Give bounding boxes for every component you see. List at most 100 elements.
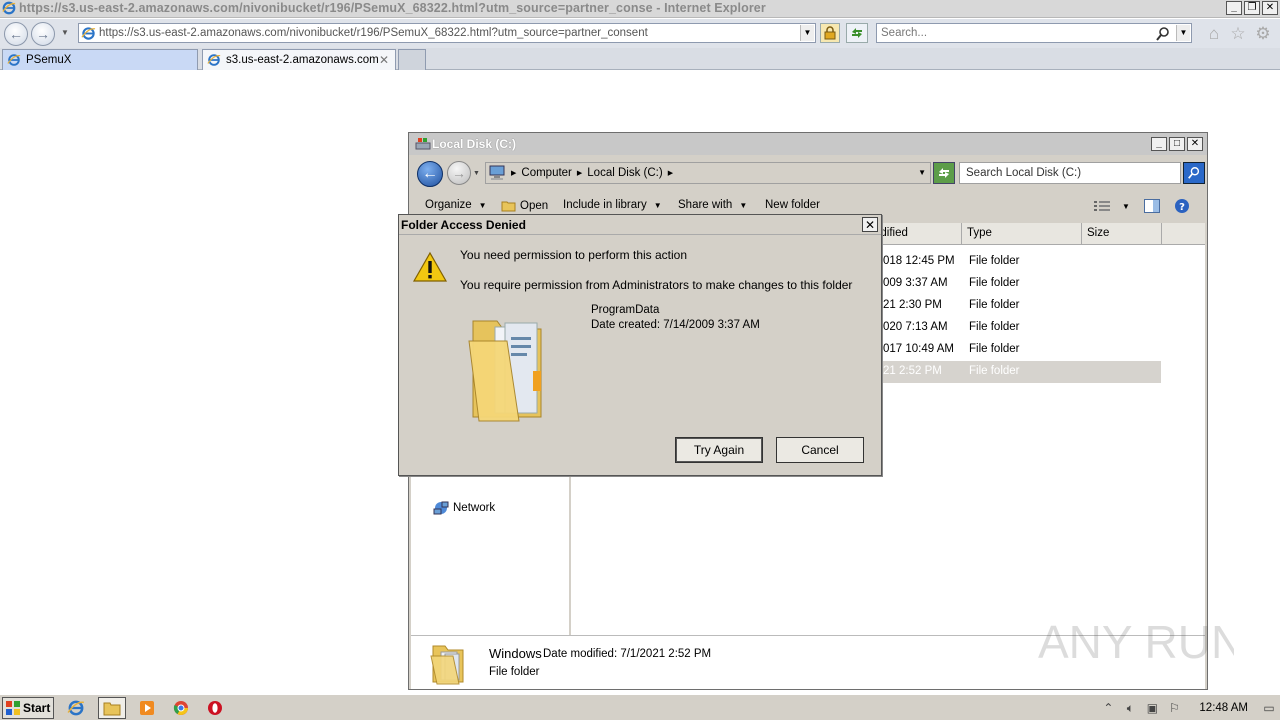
chevron-down-icon: ▼ bbox=[653, 200, 662, 210]
network-icon bbox=[433, 501, 449, 515]
favorites-star-icon[interactable]: ☆ bbox=[1228, 24, 1248, 44]
new-folder-label: New folder bbox=[765, 199, 820, 211]
security-lock-button[interactable] bbox=[820, 23, 840, 43]
explorer-maximize-button[interactable]: □ bbox=[1169, 137, 1185, 151]
refresh-icon bbox=[939, 168, 949, 178]
gear-icon[interactable]: ⚙ bbox=[1253, 24, 1273, 44]
start-label: Start bbox=[23, 701, 51, 715]
breadcrumb-separator-icon[interactable]: ▶ bbox=[511, 169, 516, 177]
taskbar-chrome-button[interactable] bbox=[168, 697, 194, 719]
ie-window-title: https://s3.us-east-2.amazonaws.com/nivon… bbox=[19, 1, 766, 15]
explorer-search-input[interactable]: Search Local Disk (C:) bbox=[959, 162, 1181, 184]
explorer-refresh-button[interactable] bbox=[933, 162, 955, 184]
column-type[interactable]: Type bbox=[961, 223, 1081, 245]
explorer-back-button[interactable]: ← bbox=[417, 161, 443, 187]
view-options-icon[interactable] bbox=[1093, 197, 1111, 215]
lock-icon bbox=[824, 26, 836, 40]
new-tab-button[interactable] bbox=[398, 49, 426, 70]
taskbar-ie-button[interactable] bbox=[62, 697, 90, 719]
explorer-nav-bar: ← → ▼ ▶ Computer ▶ Local Disk (C:) ▶ ▼ S… bbox=[411, 157, 1205, 187]
minimize-button[interactable]: _ bbox=[1226, 1, 1242, 15]
preview-pane-icon[interactable] bbox=[1143, 197, 1161, 215]
explorer-window-title: Local Disk (C:) bbox=[432, 137, 517, 151]
cancel-button[interactable]: Cancel bbox=[776, 437, 864, 463]
show-desktop-icon[interactable]: ▭ bbox=[1260, 699, 1278, 717]
open-button[interactable]: Open bbox=[501, 199, 548, 213]
show-hidden-icons-icon[interactable]: ⌃ bbox=[1099, 699, 1117, 717]
anyrun-watermark-logo: ANY RUN bbox=[1038, 616, 1234, 668]
column-date-modified[interactable]: odified bbox=[869, 223, 961, 245]
details-type: File folder bbox=[489, 666, 540, 678]
ie-search-placeholder: Search... bbox=[881, 27, 928, 39]
taskbar-opera-button[interactable] bbox=[202, 697, 228, 719]
search-dropdown-icon[interactable]: ▼ bbox=[1176, 25, 1190, 41]
breadcrumb-separator-icon[interactable]: ▶ bbox=[577, 169, 582, 177]
breadcrumb-local-disk[interactable]: Local Disk (C:) bbox=[587, 167, 662, 179]
network-status-icon[interactable]: ▣ bbox=[1143, 699, 1161, 717]
history-dropdown-icon[interactable]: ▼ bbox=[61, 28, 69, 37]
search-icon[interactable] bbox=[1155, 26, 1171, 42]
share-with-menu[interactable]: Share with ▼ bbox=[678, 199, 747, 211]
refresh-icon bbox=[852, 28, 862, 38]
arrow-left-icon: ← bbox=[422, 165, 438, 182]
view-dropdown-icon[interactable]: ▼ bbox=[1117, 197, 1135, 215]
column-size[interactable]: Size bbox=[1081, 223, 1161, 245]
include-in-library-menu[interactable]: Include in library ▼ bbox=[563, 199, 662, 211]
drive-icon bbox=[415, 138, 431, 150]
help-icon[interactable]: ? bbox=[1173, 197, 1191, 215]
ie-search-box[interactable]: Search... ▼ bbox=[876, 23, 1192, 43]
chevron-down-icon: ▼ bbox=[478, 200, 487, 210]
column-extra[interactable] bbox=[1161, 223, 1205, 245]
media-player-icon bbox=[140, 701, 154, 715]
address-bar[interactable]: https://s3.us-east-2.amazonaws.com/nivon… bbox=[78, 23, 816, 43]
recent-pages-dropdown-icon[interactable]: ▼ bbox=[473, 170, 480, 177]
close-button[interactable]: ✕ bbox=[1262, 1, 1278, 15]
address-url[interactable]: https://s3.us-east-2.amazonaws.com/nivon… bbox=[99, 27, 648, 39]
folder-icon bbox=[430, 645, 464, 685]
restore-button[interactable]: ❐ bbox=[1244, 1, 1260, 15]
details-name: Windows bbox=[489, 646, 542, 661]
new-folder-button[interactable]: New folder bbox=[765, 199, 820, 211]
dialog-folder-date: Date created: 7/14/2009 3:37 AM bbox=[591, 319, 760, 331]
folder-open-icon bbox=[501, 201, 516, 212]
explorer-minimize-button[interactable]: _ bbox=[1151, 137, 1167, 151]
nav-item-network[interactable]: Network bbox=[433, 500, 495, 516]
ie-page-icon bbox=[81, 27, 96, 40]
organize-menu[interactable]: Organize ▼ bbox=[425, 199, 487, 211]
action-center-flag-icon[interactable]: ⚐ bbox=[1165, 699, 1183, 717]
breadcrumb-computer[interactable]: Computer bbox=[521, 167, 572, 179]
row-modified: 009 3:37 AM bbox=[883, 277, 948, 289]
start-button[interactable]: Start bbox=[2, 697, 54, 719]
taskbar: Start ⌃ 🔈︎ ▣ ⚐ 12:48 AM ▭ bbox=[0, 694, 1280, 720]
forward-button[interactable]: → bbox=[31, 22, 55, 46]
address-dropdown-icon[interactable]: ▼ bbox=[800, 25, 814, 41]
volume-icon[interactable]: 🔈︎ bbox=[1121, 699, 1139, 717]
dialog-close-button[interactable]: ✕ bbox=[862, 217, 878, 232]
try-again-button[interactable]: Try Again bbox=[675, 437, 763, 463]
back-button[interactable]: ← bbox=[4, 22, 28, 46]
breadcrumb[interactable]: ▶ Computer ▶ Local Disk (C:) ▶ ▼ bbox=[485, 162, 931, 184]
tab-amazonaws[interactable]: s3.us-east-2.amazonaws.com ✕ bbox=[202, 49, 396, 70]
arrow-right-icon: → bbox=[36, 26, 50, 42]
system-tray: ⌃ 🔈︎ ▣ ⚐ 12:48 AM ▭ bbox=[1097, 695, 1280, 720]
folder-icon bbox=[468, 320, 542, 422]
explorer-search-button[interactable] bbox=[1183, 162, 1205, 184]
open-label: Open bbox=[520, 200, 549, 212]
computer-icon bbox=[489, 165, 505, 180]
tab-psemux[interactable]: PSemuX bbox=[2, 49, 198, 70]
clock[interactable]: 12:48 AM bbox=[1199, 702, 1248, 714]
ie-title-bar: https://s3.us-east-2.amazonaws.com/nivon… bbox=[0, 0, 1280, 18]
explorer-close-button[interactable]: ✕ bbox=[1187, 137, 1203, 151]
taskbar-explorer-button[interactable] bbox=[98, 697, 126, 719]
details-date-modified: Date modified: 7/1/2021 2:52 PM bbox=[543, 648, 712, 660]
dialog-title-bar: Folder Access Denied ✕ bbox=[399, 215, 881, 235]
breadcrumb-separator-icon[interactable]: ▶ bbox=[668, 169, 673, 177]
explorer-forward-button[interactable]: → bbox=[447, 161, 471, 185]
breadcrumb-dropdown-icon[interactable]: ▼ bbox=[918, 168, 926, 177]
tab-close-icon[interactable]: ✕ bbox=[379, 53, 389, 67]
dialog-message-secondary: You require permission from Administrato… bbox=[460, 278, 853, 292]
taskbar-media-player-button[interactable] bbox=[134, 697, 160, 719]
home-icon[interactable]: ⌂ bbox=[1204, 24, 1224, 44]
row-type: File folder bbox=[969, 365, 1020, 377]
refresh-button[interactable] bbox=[846, 23, 868, 43]
